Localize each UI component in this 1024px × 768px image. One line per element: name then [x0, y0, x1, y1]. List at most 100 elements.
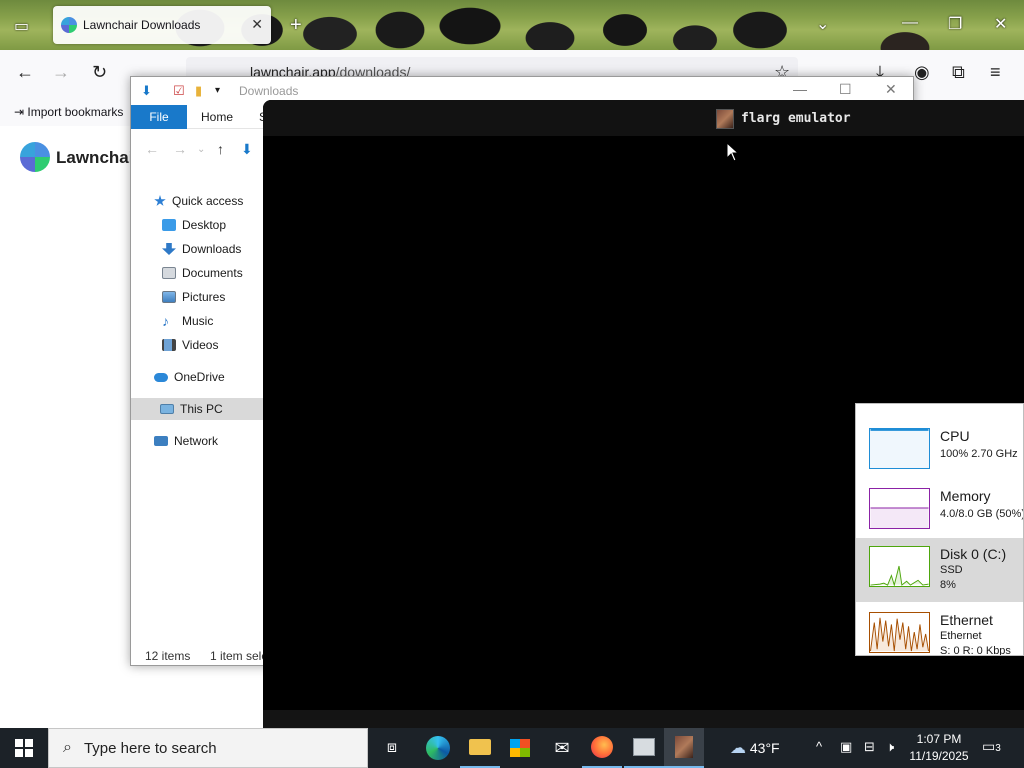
picture-icon [162, 291, 176, 303]
firefox-icon [591, 736, 613, 758]
download-icon [162, 243, 176, 255]
nav-label: Downloads [182, 242, 242, 256]
perf-name: CPU [940, 428, 970, 444]
cpu-graph [869, 428, 930, 469]
taskbar-store[interactable] [500, 728, 540, 768]
perf-detail: 100% 2.70 GHz [940, 448, 1018, 460]
document-icon [162, 267, 176, 279]
lawnchair-favicon-icon [61, 17, 77, 33]
up-arrow-icon[interactable]: ↑ [217, 141, 224, 157]
volume-muted-icon[interactable]: 🕨 [886, 739, 894, 755]
nav-label: Quick access [172, 194, 244, 208]
task-view-icon: ⧈ [386, 739, 398, 756]
perf-item-memory[interactable]: Memory 4.0/8.0 GB (50%) [856, 480, 1023, 546]
taskbar: ⌕ Type here to search ⧈ ✉ ☁ 43°F ^ ▣ ⊟ 🕨… [0, 728, 1024, 768]
clock-time: 1:07 PM [916, 732, 962, 746]
properties-icon[interactable]: ☑ [173, 83, 185, 99]
computer-icon [160, 404, 174, 414]
taskbar-task-manager[interactable] [624, 728, 664, 768]
emulator-titlebar[interactable]: flarg emulator [263, 100, 1024, 136]
search-placeholder: Type here to search [83, 739, 217, 757]
task-manager-icon [633, 738, 655, 756]
music-icon: ♪ [162, 313, 169, 329]
flarg-app-icon [675, 736, 693, 758]
nav-label: Pictures [182, 290, 226, 304]
import-icon: ⇥ [14, 105, 28, 119]
perf-detail: 8% [940, 579, 956, 591]
close-icon[interactable]: ✕ [994, 14, 1007, 34]
chevron-down-icon[interactable]: ⌄ [816, 14, 829, 34]
action-center-button[interactable]: ▭3 [982, 738, 1001, 755]
taskbar-edge[interactable] [418, 728, 458, 768]
explorer-forward-icon[interactable]: → [173, 141, 187, 157]
network-icon [154, 436, 168, 446]
menu-icon[interactable]: ≡ [990, 62, 1001, 83]
network-tray-icon[interactable]: ⊟ [864, 739, 875, 755]
perf-item-ethernet[interactable]: Ethernet Ethernet S: 0 R: 0 Kbps [856, 604, 1023, 655]
ribbon-tab-file[interactable]: File [131, 105, 187, 129]
clock-date: 11/19/2025 [909, 749, 969, 763]
perf-detail: Ethernet [940, 630, 982, 642]
emulator-app-icon [716, 109, 734, 129]
ribbon-tab-home[interactable]: Home [201, 110, 233, 124]
nav-label: OneDrive [174, 370, 225, 384]
task-manager-performance-panel: CPU 100% 2.70 GHz Memory 4.0/8.0 GB (50%… [855, 403, 1024, 656]
taskbar-flarg-emulator[interactable] [664, 728, 704, 768]
new-tab-icon[interactable]: + [290, 14, 302, 37]
nav-label: Network [174, 434, 219, 448]
customize-qa-chevron-icon[interactable]: ▾ [215, 85, 220, 96]
nav-label: This PC [180, 402, 223, 416]
explorer-minimize-icon[interactable]: — [793, 81, 807, 97]
system-clock[interactable]: 1:07 PM 11/19/2025 [903, 731, 975, 765]
nav-this-pc[interactable]: This PC [131, 398, 264, 420]
task-view-button[interactable]: ⧈ [372, 728, 412, 768]
taskbar-mail[interactable]: ✉ [542, 728, 582, 768]
weather-widget[interactable]: ☁ 43°F [730, 738, 780, 758]
cloud-icon [154, 372, 168, 382]
store-icon [510, 739, 530, 757]
nav-label: Videos [182, 338, 219, 352]
maximize-icon[interactable]: ❐ [948, 14, 962, 34]
start-button[interactable] [0, 728, 48, 768]
perf-item-disk[interactable]: Disk 0 (C:) SSD 8% [856, 538, 1023, 602]
explorer-back-icon[interactable]: ← [145, 141, 159, 157]
meet-now-icon[interactable]: ▣ [840, 739, 852, 755]
back-arrow-icon[interactable]: ← [16, 62, 34, 83]
show-hidden-icons-chevron-icon[interactable]: ^ [816, 739, 822, 754]
memory-graph [869, 488, 930, 529]
disk-graph [869, 546, 930, 587]
reload-icon[interactable]: ↻ [92, 62, 107, 83]
tab-title: Lawnchair Downloads [83, 18, 201, 32]
emulator-title: flarg emulator [741, 111, 851, 126]
nav-label: Desktop [182, 218, 227, 232]
windows-logo-icon [15, 739, 33, 757]
mail-icon: ✉ [554, 737, 570, 758]
extensions-icon[interactable]: ⧉ [952, 62, 965, 83]
video-icon [162, 339, 176, 351]
taskbar-search-box[interactable]: ⌕ Type here to search [48, 728, 368, 768]
forward-arrow-icon[interactable]: → [52, 62, 70, 83]
notification-count: 3 [995, 743, 1001, 754]
new-folder-icon[interactable]: ▮ [195, 83, 202, 99]
import-bookmarks-label: Import bookmarks [27, 105, 124, 119]
star-icon [154, 195, 166, 206]
nav-label: Music [182, 314, 214, 328]
emulator-bottom-bar [263, 710, 1024, 728]
browser-tab[interactable]: Lawnchair Downloads ✕ [53, 6, 271, 44]
page-brand[interactable]: Lawnchai [56, 148, 133, 168]
taskbar-file-explorer[interactable] [460, 728, 500, 768]
close-tab-icon[interactable]: ✕ [251, 16, 263, 33]
perf-item-cpu[interactable]: CPU 100% 2.70 GHz [856, 420, 1023, 486]
selection-count: 1 item sele [210, 649, 269, 663]
explorer-title: Downloads [239, 84, 299, 98]
tab-list-icon[interactable]: ▭ [14, 16, 29, 36]
import-bookmarks-link[interactable]: ⇥ Import bookmarks [14, 105, 123, 119]
taskbar-firefox[interactable] [582, 728, 622, 768]
lawnchair-logo-icon[interactable] [20, 142, 50, 172]
explorer-maximize-icon[interactable]: ☐ [839, 81, 852, 98]
account-icon[interactable]: ◉ [914, 62, 930, 83]
minimize-icon[interactable]: — [902, 14, 918, 32]
explorer-close-icon[interactable]: ✕ [885, 81, 897, 98]
recent-locations-icon[interactable]: ⌄ [197, 144, 205, 155]
edge-icon [426, 736, 450, 760]
